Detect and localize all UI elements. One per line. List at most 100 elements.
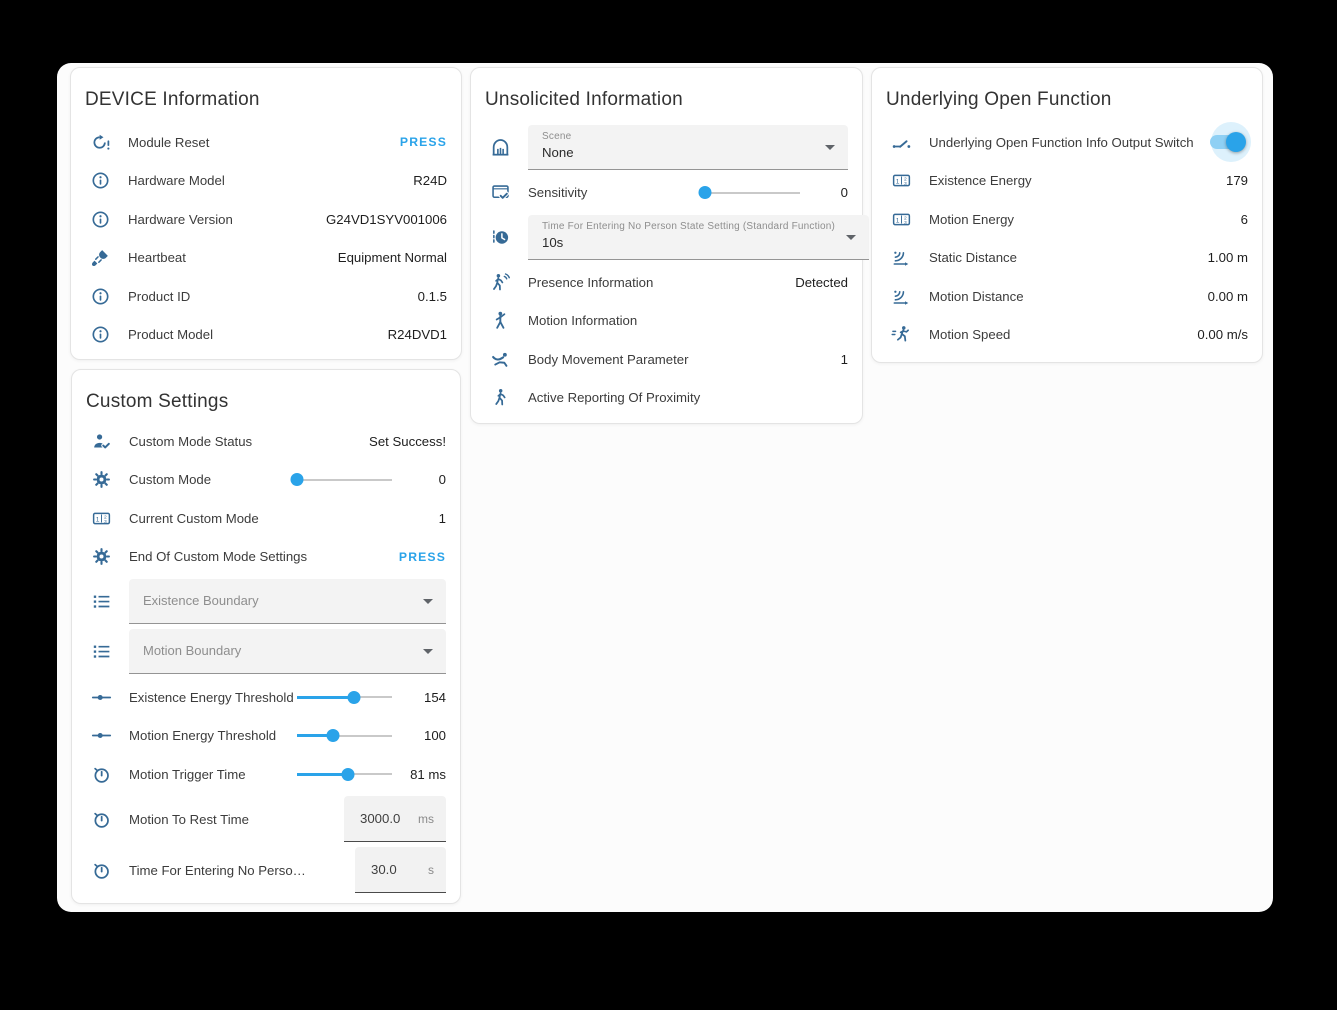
- row-label: Hardware Version: [128, 212, 326, 227]
- row-value: 1: [841, 352, 848, 367]
- row-label: Body Movement Parameter: [528, 352, 841, 367]
- scene-row: Scene None: [471, 125, 862, 170]
- no-person-time-input[interactable]: 30.0 s: [355, 847, 446, 893]
- presence-sensor-icon: [490, 272, 511, 293]
- chevron-down-icon: [423, 649, 433, 654]
- slider-value: 100: [400, 728, 446, 743]
- underlying-open-function-card: Underlying Open Function Underlying Open…: [871, 67, 1263, 363]
- active-reporting-proximity-row: Active Reporting Of Proximity: [471, 379, 862, 418]
- info-icon: [90, 209, 111, 230]
- plug-icon: [90, 247, 111, 268]
- scene-select[interactable]: Scene None: [528, 125, 848, 170]
- input-value: 30.0: [371, 862, 418, 877]
- sensitivity-slider[interactable]: [700, 184, 800, 202]
- product-id-row: Product ID 0.1.5: [71, 277, 461, 316]
- slider-thumb[interactable]: [327, 729, 340, 742]
- row-value: 6: [1241, 212, 1248, 227]
- row-label: Heartbeat: [128, 250, 338, 265]
- module-reset-row: Module Reset PRESS: [71, 123, 461, 162]
- slider-track[interactable]: [700, 192, 800, 194]
- body-movement-parameter-row: Body Movement Parameter 1: [471, 340, 862, 379]
- signal-distance-icon: [891, 247, 912, 268]
- slider-track[interactable]: [297, 479, 392, 481]
- input-value: 3000.0: [360, 811, 408, 826]
- counter-icon: [891, 209, 912, 230]
- select-label: Existence Boundary: [143, 579, 412, 623]
- motion-person-icon: [490, 310, 511, 331]
- gear-icon: [91, 546, 112, 567]
- info-icon: [90, 324, 111, 345]
- motion-trigger-time-slider[interactable]: [297, 765, 392, 783]
- slider-value: 81 ms: [400, 767, 446, 782]
- slider-icon: [91, 687, 112, 708]
- select-value: 10s: [542, 235, 835, 250]
- no-person-state-select[interactable]: Time For Entering No Person State Settin…: [528, 215, 869, 260]
- slider-value: 0: [400, 472, 446, 487]
- custom-mode-status-row: Custom Mode Status Set Success!: [72, 422, 460, 461]
- motion-to-rest-time-input[interactable]: 3000.0 ms: [344, 796, 446, 842]
- motion-boundary-row: Motion Boundary: [72, 629, 460, 674]
- row-label: Motion Distance: [929, 289, 1208, 304]
- row-value: 1.00 m: [1208, 250, 1248, 265]
- static-distance-row: Static Distance 1.00 m: [872, 239, 1262, 278]
- slider-thumb[interactable]: [699, 186, 712, 199]
- row-value: Set Success!: [369, 434, 446, 449]
- signal-distance-icon: [891, 286, 912, 307]
- slider-fill: [297, 696, 354, 699]
- body-movement-icon: [490, 349, 511, 370]
- input-unit: ms: [418, 812, 434, 826]
- row-value: R24D: [413, 173, 447, 188]
- motion-energy-threshold-slider[interactable]: [297, 727, 392, 745]
- select-label: Motion Boundary: [143, 629, 412, 673]
- heartbeat-row: Heartbeat Equipment Normal: [71, 239, 461, 278]
- row-label: Sensitivity: [528, 185, 700, 200]
- slider-icon: [91, 725, 112, 746]
- end-custom-mode-press-button[interactable]: PRESS: [399, 550, 446, 564]
- existence-energy-row: Existence Energy 179: [872, 162, 1262, 201]
- proximity-walk-icon: [490, 387, 511, 408]
- row-value: Detected: [795, 275, 848, 290]
- timer-icon: [91, 860, 112, 881]
- row-label: Custom Mode Status: [129, 434, 369, 449]
- row-value: 179: [1226, 173, 1248, 188]
- motion-trigger-time-row: Motion Trigger Time 81 ms: [72, 755, 460, 794]
- row-label: Product Model: [128, 327, 388, 342]
- motion-to-rest-time-row: Motion To Rest Time 3000.0 ms: [72, 794, 460, 845]
- slider-thumb[interactable]: [291, 473, 304, 486]
- timer-icon: [91, 764, 112, 785]
- row-label: Static Distance: [929, 250, 1208, 265]
- existence-boundary-row: Existence Boundary: [72, 579, 460, 624]
- row-label: Motion Information: [528, 313, 848, 328]
- select-label: Scene: [542, 131, 814, 142]
- module-reset-press-button[interactable]: PRESS: [400, 135, 447, 149]
- info-output-toggle[interactable]: [1208, 122, 1248, 162]
- row-label: Module Reset: [128, 135, 400, 150]
- slider-thumb[interactable]: [348, 691, 361, 704]
- row-value: 1: [439, 511, 446, 526]
- slider-thumb[interactable]: [342, 768, 355, 781]
- existence-energy-threshold-slider[interactable]: [297, 688, 392, 706]
- slider-value: 0: [808, 185, 848, 200]
- unsolicited-information-card: Unsolicited Information Scene None Sensi…: [470, 67, 863, 424]
- card-title: Custom Settings: [86, 390, 446, 413]
- row-label: Existence Energy Threshold: [129, 690, 297, 705]
- select-value: None: [542, 145, 814, 160]
- row-label: Existence Energy: [929, 173, 1226, 188]
- row-value: 0.00 m: [1208, 289, 1248, 304]
- gear-icon: [91, 469, 112, 490]
- hardware-model-row: Hardware Model R24D: [71, 162, 461, 201]
- scene-dome-icon: [490, 137, 511, 158]
- existence-boundary-select[interactable]: Existence Boundary: [129, 579, 446, 624]
- counter-icon: [891, 170, 912, 191]
- row-label: Presence Information: [528, 275, 795, 290]
- row-label: Motion Speed: [929, 327, 1197, 342]
- content-panel: DEVICE Information Module Reset PRESS Ha…: [57, 63, 1273, 912]
- motion-boundary-select[interactable]: Motion Boundary: [129, 629, 446, 674]
- switch-icon: [891, 132, 912, 153]
- chevron-down-icon: [825, 145, 835, 150]
- list-icon: [91, 641, 112, 662]
- row-label: Active Reporting Of Proximity: [528, 390, 848, 405]
- custom-mode-slider[interactable]: [297, 471, 392, 489]
- row-label: Time For Entering No Perso…: [129, 863, 355, 878]
- row-value: 0.1.5: [418, 289, 447, 304]
